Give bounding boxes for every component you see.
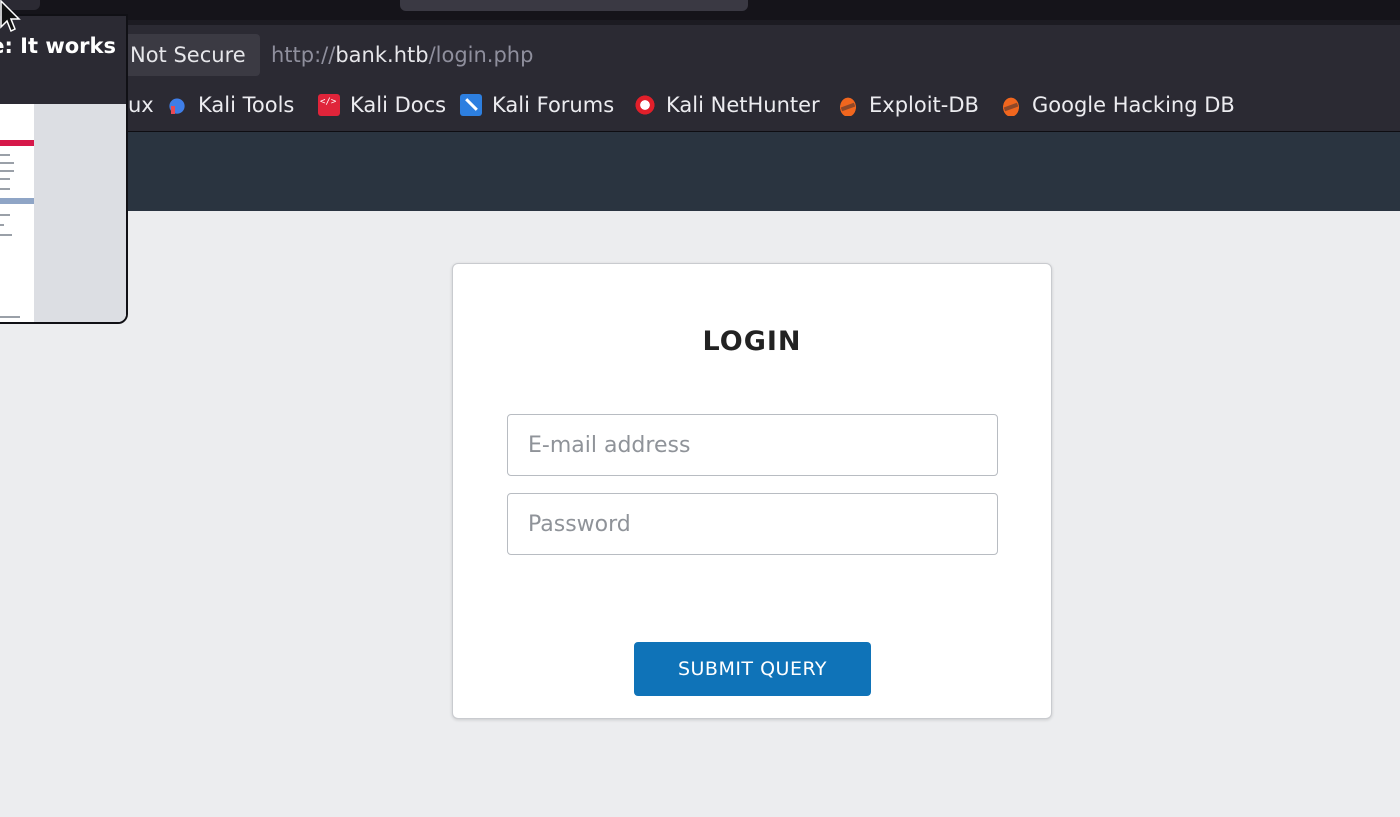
bookmark-label: Kali Tools bbox=[198, 93, 295, 117]
submit-query-button[interactable]: SUBMIT QUERY bbox=[634, 642, 871, 696]
security-indicator[interactable]: Not Secure bbox=[110, 34, 260, 76]
thumbnail-line bbox=[0, 154, 10, 156]
exploit-db-icon bbox=[837, 94, 859, 116]
tab-preview-popup: e: It works bbox=[0, 14, 128, 324]
browser-tab-strip bbox=[0, 0, 1400, 20]
bookmark-kali-nethunter[interactable]: Kali NetHunter bbox=[634, 78, 820, 132]
url-path: /login.php bbox=[428, 43, 534, 67]
bookmark-kali-tools[interactable]: Kali Tools bbox=[166, 78, 294, 132]
url-bar[interactable]: http://bank.htb/login.php bbox=[271, 34, 533, 76]
email-field[interactable] bbox=[507, 414, 998, 476]
kali-tools-icon bbox=[166, 94, 188, 116]
mouse-cursor-icon bbox=[0, 0, 21, 33]
url-host: bank.htb bbox=[335, 43, 429, 67]
thumbnail-line bbox=[0, 224, 4, 226]
thumbnail-section-bar bbox=[0, 198, 34, 204]
login-card: LOGIN SUBMIT QUERY bbox=[452, 263, 1052, 719]
site-header bbox=[0, 132, 1400, 211]
thumbnail-line bbox=[0, 170, 14, 172]
password-field[interactable] bbox=[507, 493, 998, 555]
bookmark-label: Kali Forums bbox=[492, 93, 615, 117]
bookmark-label: Exploit-DB bbox=[869, 93, 979, 117]
bookmark-label: Google Hacking DB bbox=[1032, 93, 1235, 117]
bookmark-kali-linux[interactable]: ux bbox=[128, 78, 154, 132]
thumbnail-line bbox=[0, 162, 14, 164]
bookmark-kali-docs[interactable]: Kali Docs bbox=[318, 78, 446, 132]
url-scheme: http:// bbox=[271, 43, 336, 67]
thumbnail-sidebar bbox=[34, 104, 126, 322]
bookmark-kali-forums[interactable]: Kali Forums bbox=[460, 78, 614, 132]
active-tab[interactable] bbox=[400, 0, 748, 11]
tab-preview-title: e: It works bbox=[0, 34, 116, 58]
kali-docs-icon bbox=[318, 94, 340, 116]
thumbnail-line bbox=[0, 234, 12, 236]
kali-forums-icon bbox=[460, 94, 482, 116]
kali-nethunter-icon bbox=[634, 94, 656, 116]
login-heading: LOGIN bbox=[702, 326, 802, 357]
bookmark-exploit-db[interactable]: Exploit-DB bbox=[837, 78, 979, 132]
bookmarks-toolbar: ux Kali Tools Kali Docs Kali Forums Kali… bbox=[0, 78, 1400, 132]
tab-preview-thumbnail bbox=[0, 104, 126, 322]
bookmark-label: ux bbox=[128, 93, 154, 117]
thumbnail-line bbox=[0, 188, 10, 190]
bookmark-google-hacking-db[interactable]: Google Hacking DB bbox=[1000, 78, 1235, 132]
thumbnail-line bbox=[0, 214, 10, 216]
security-label: Not Secure bbox=[130, 43, 246, 67]
bookmark-label: Kali NetHunter bbox=[666, 93, 820, 117]
bookmark-label: Kali Docs bbox=[350, 93, 447, 117]
thumbnail-banner bbox=[0, 140, 34, 146]
browser-navigation-bar: Not Secure http://bank.htb/login.php bbox=[0, 20, 1400, 78]
thumbnail-line bbox=[0, 178, 10, 180]
google-hacking-db-icon bbox=[1000, 94, 1022, 116]
thumbnail-line bbox=[0, 316, 20, 318]
